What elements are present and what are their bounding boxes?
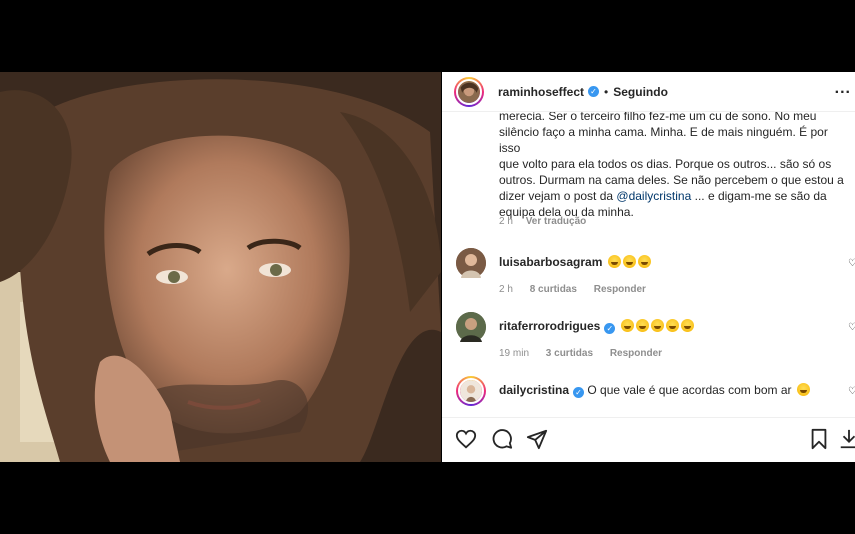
emoji-group <box>606 255 651 269</box>
share-icon[interactable] <box>526 428 548 450</box>
reply-button[interactable]: Responder <box>610 348 662 359</box>
post-photo <box>0 72 441 462</box>
comment-meta: 2 h 8 curtidas Responder <box>499 284 660 295</box>
comment-username[interactable]: ritaferrorodrigues <box>499 319 600 333</box>
reply-button[interactable]: Responder <box>594 284 646 295</box>
avatar[interactable] <box>456 312 486 342</box>
comment-like-heart-icon[interactable]: ♡ <box>848 258 855 269</box>
author-avatar[interactable] <box>454 76 484 107</box>
caption-line: outros. Durmam na cama deles. Se não per… <box>499 173 844 187</box>
comment-line: dailycristina ✓ O que vale é que acordas … <box>499 383 810 398</box>
avatar[interactable] <box>456 248 486 278</box>
avatar-image <box>456 312 486 342</box>
emoji-group <box>619 319 694 333</box>
more-options-icon[interactable]: ... <box>835 80 851 98</box>
comment-time: 2 h <box>499 284 513 295</box>
caption-line: que volto para ela todos os dias. Porque… <box>499 157 832 171</box>
bookmark-icon[interactable] <box>808 428 830 450</box>
caption-time: 2 h <box>499 216 513 227</box>
laughing-emoji-icon <box>680 319 694 332</box>
comment-text: O que vale é que acordas com bom ar <box>587 383 792 397</box>
laughing-emoji-icon <box>622 255 636 268</box>
post-caption: merecia. Ser o terceiro filho fez-me um … <box>499 108 849 220</box>
comment-like-heart-icon[interactable]: ♡ <box>848 386 855 397</box>
caption-text: dizer vejam o post da <box>499 189 614 203</box>
comment-username[interactable]: luisabarbosagram <box>499 255 602 269</box>
following-button[interactable]: Seguindo <box>613 85 668 99</box>
download-icon[interactable] <box>838 428 855 450</box>
comment-time: 19 min <box>499 348 530 359</box>
verified-badge-icon: ✓ <box>604 323 616 334</box>
comment-icon[interactable] <box>491 428 513 450</box>
action-bar <box>442 417 855 462</box>
laughing-emoji-icon <box>620 319 634 332</box>
verified-badge-icon: ✓ <box>588 86 600 97</box>
avatar-image <box>456 248 486 278</box>
laughing-emoji-icon <box>607 255 621 268</box>
selfie-illustration <box>0 72 441 462</box>
laughing-emoji-icon <box>635 319 649 332</box>
heart-icon[interactable] <box>455 428 477 450</box>
caption-line: silêncio faço a minha cama. Minha. E de … <box>499 125 828 155</box>
avatar[interactable] <box>456 376 486 406</box>
comment-line: ritaferrorodrigues ✓ <box>499 319 694 334</box>
verified-badge-icon: ✓ <box>573 387 585 398</box>
comment-username[interactable]: dailycristina <box>499 383 569 397</box>
comment-item: luisabarbosagram 2 h 8 curtidas Responde… <box>442 248 855 312</box>
author-username[interactable]: raminhoseffect <box>498 85 584 99</box>
translate-link[interactable]: Ver tradução <box>526 216 587 227</box>
avatar-image <box>458 378 484 404</box>
author-avatar-image <box>456 78 482 105</box>
comment-likes[interactable]: 3 curtidas <box>546 348 593 359</box>
mention-link[interactable]: @dailycristina <box>616 189 691 203</box>
laughing-emoji-icon <box>665 319 679 332</box>
laughing-emoji-icon <box>637 255 651 268</box>
caption-text: ... e digam-me se são da <box>691 189 827 203</box>
post-panel: merecia. Ser o terceiro filho fez-me um … <box>442 72 855 462</box>
separator-dot: • <box>604 84 609 99</box>
comment-likes[interactable]: 8 curtidas <box>530 284 577 295</box>
post-header: raminhoseffect ✓ • Seguindo ... <box>442 72 855 112</box>
laughing-emoji-icon <box>796 383 810 396</box>
caption-line: dizer vejam o post da @dailycristina ...… <box>499 188 849 204</box>
caption-meta: 2 h Ver tradução <box>499 216 586 227</box>
laughing-emoji-icon <box>650 319 664 332</box>
comment-like-heart-icon[interactable]: ♡ <box>848 322 855 333</box>
comment-item: ritaferrorodrigues ✓ 19 min 3 curtidas Re… <box>442 312 855 376</box>
comment-meta: 19 min 3 curtidas Responder <box>499 348 676 359</box>
comment-line: luisabarbosagram <box>499 255 651 269</box>
